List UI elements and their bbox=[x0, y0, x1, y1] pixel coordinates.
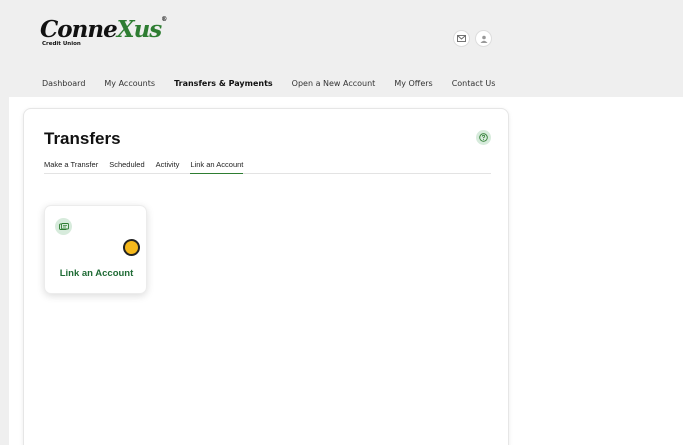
cursor-indicator bbox=[123, 239, 140, 256]
nav-my-accounts[interactable]: My Accounts bbox=[104, 79, 155, 88]
page-title: Transfers bbox=[44, 129, 121, 148]
help-icon[interactable] bbox=[476, 130, 491, 145]
tab-link-an-account[interactable]: Link an Account bbox=[190, 160, 244, 174]
transfer-tabs: Make a Transfer Scheduled Activity Link … bbox=[44, 160, 491, 174]
logo-subtitle: Credit Union bbox=[42, 41, 81, 47]
app-header: ConneXus® Credit Union Dashboard My Acco… bbox=[0, 0, 683, 97]
content-area: Transfers Make a Transfer Scheduled Acti… bbox=[9, 97, 683, 445]
nav-dashboard[interactable]: Dashboard bbox=[42, 79, 85, 88]
tab-scheduled[interactable]: Scheduled bbox=[109, 160, 144, 174]
link-account-label: Link an Account bbox=[59, 268, 134, 279]
main-nav: Dashboard My Accounts Transfers & Paymen… bbox=[42, 79, 514, 88]
nav-transfers-payments[interactable]: Transfers & Payments bbox=[174, 79, 273, 88]
link-account-icon bbox=[55, 218, 72, 235]
logo-wordmark: ConneXus® bbox=[40, 16, 167, 43]
tab-make-a-transfer[interactable]: Make a Transfer bbox=[44, 160, 98, 174]
nav-contact-us[interactable]: Contact Us bbox=[452, 79, 496, 88]
link-account-tile[interactable]: Link an Account bbox=[44, 205, 147, 294]
user-icon[interactable] bbox=[475, 30, 492, 47]
nav-open-new-account[interactable]: Open a New Account bbox=[292, 79, 376, 88]
mail-icon[interactable] bbox=[453, 30, 470, 47]
header-actions bbox=[453, 30, 492, 47]
nav-my-offers[interactable]: My Offers bbox=[394, 79, 432, 88]
transfers-card: Transfers Make a Transfer Scheduled Acti… bbox=[23, 108, 509, 445]
tab-activity[interactable]: Activity bbox=[156, 160, 180, 174]
connexus-logo[interactable]: ConneXus® Credit Union bbox=[40, 16, 167, 56]
